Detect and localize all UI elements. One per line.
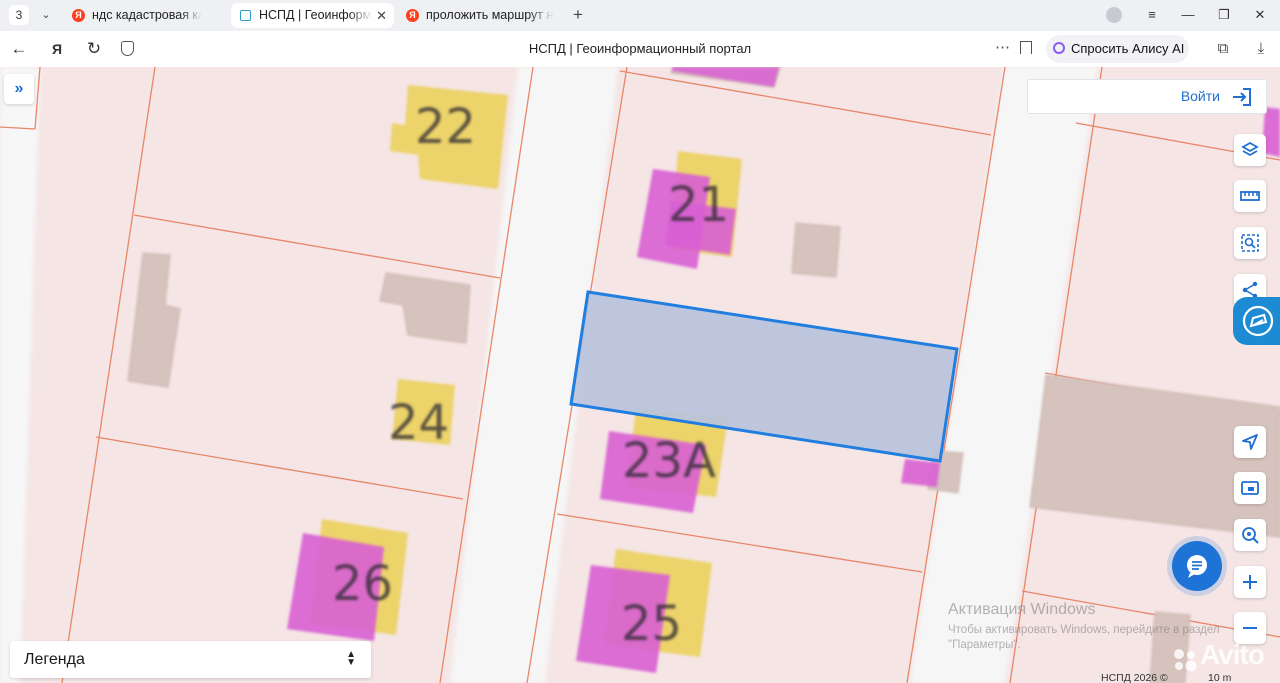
road [0, 67, 40, 683]
activation-title: Активация Windows [948, 601, 1096, 618]
alice-icon [1053, 42, 1065, 54]
legend-panel[interactable]: Легенда ▲ ▼ [10, 641, 371, 678]
locate-arrow-icon [1242, 434, 1258, 450]
house-number: 25 [621, 596, 682, 652]
map-canvas[interactable]: 22 21 24 23А 26 25 » Войти Легенда ▲ ▼ А… [0, 67, 1280, 683]
login-icon [1233, 88, 1251, 106]
house-number: 24 [388, 395, 449, 451]
tab-title: проложить маршрут на а [426, 8, 554, 22]
profile-icon[interactable] [1106, 7, 1122, 23]
close-tab-icon[interactable]: ✕ [376, 3, 387, 28]
menu-icon[interactable]: ≡ [1140, 4, 1164, 26]
select-area-button[interactable] [1234, 227, 1266, 259]
house-number: 21 [668, 177, 729, 233]
tab-nspd[interactable]: НСПД | Геоинформац ✕ [231, 3, 394, 28]
yandex-icon: Я [72, 9, 85, 22]
collections-icon[interactable]: ⧉ [1212, 38, 1234, 60]
tab-title: НСПД | Геоинформац [259, 8, 372, 22]
address-bar: ← Я ↻ НСПД | Геоинформационный портал ⋯ … [0, 31, 1280, 68]
yandex-home-icon[interactable]: Я [46, 38, 68, 60]
select-area-icon [1241, 234, 1259, 252]
copyright-text: НСПД 2026 © [1101, 672, 1168, 683]
layers-icon [1241, 141, 1259, 157]
chat-icon [1187, 555, 1207, 578]
locate-button[interactable] [1234, 426, 1266, 458]
browser-tab-bar: 3 ⌄ Я ндс кадастровая карта НСПД | Геоин… [0, 0, 1280, 31]
ruler-icon [1240, 191, 1260, 201]
tab-route[interactable]: Я проложить маршрут на а [398, 3, 560, 28]
minimize-icon[interactable]: — [1176, 4, 1200, 26]
avito-wordmark: Avito [1200, 639, 1265, 670]
zoom-in-button[interactable] [1234, 566, 1266, 598]
layers-button[interactable] [1234, 134, 1266, 166]
download-icon[interactable]: ⤓ [1250, 38, 1272, 60]
new-tab-plus-icon[interactable]: + [568, 5, 588, 25]
scale-label: 10 m [1208, 672, 1232, 683]
avito-dots-icon [1174, 649, 1197, 672]
print-icon [1241, 481, 1259, 495]
back-arrow-icon[interactable]: ← [8, 38, 30, 60]
plus-icon [1243, 575, 1257, 589]
ask-alice-label: Спросить Алису AI [1071, 41, 1185, 56]
expand-panel-button[interactable]: » [4, 74, 34, 104]
yandex-icon: Я [406, 9, 419, 22]
document-edit-icon [1242, 305, 1274, 337]
reload-icon[interactable]: ↻ [83, 38, 105, 60]
chevron-updown-icon: ▲ ▼ [346, 649, 356, 668]
tab-title: ндс кадастровая карта [92, 8, 202, 22]
restore-icon[interactable]: ❐ [1212, 4, 1236, 26]
close-window-icon[interactable]: ✕ [1248, 4, 1272, 26]
nspd-favicon-icon [240, 10, 251, 21]
house-number: 26 [332, 556, 393, 612]
ask-alice-button[interactable]: Спросить Алису AI [1046, 35, 1189, 63]
search-location-icon [1242, 527, 1259, 544]
login-label: Войти [1180, 88, 1220, 104]
legend-label: Легенда [24, 651, 85, 668]
house-number: 23А [622, 433, 716, 489]
tab-list-chevron-icon[interactable]: ⌄ [36, 5, 56, 25]
print-button[interactable] [1234, 472, 1266, 504]
tab-count-badge[interactable]: 3 [9, 5, 29, 25]
ruler-button[interactable] [1234, 180, 1266, 212]
activation-text: Чтобы активировать Windows, перейдите в … [948, 624, 1220, 636]
address-field[interactable]: НСПД | Геоинформационный портал [400, 31, 880, 67]
search-location-button[interactable] [1234, 519, 1266, 551]
tab-cadastral-map[interactable]: Я ндс кадастровая карта [64, 3, 224, 28]
avito-watermark-logo: Avito [1172, 639, 1265, 672]
chat-button[interactable] [1172, 541, 1222, 591]
more-dots-icon[interactable]: ⋯ [995, 31, 1011, 65]
login-button[interactable]: Войти [1027, 79, 1267, 114]
shield-icon[interactable] [121, 41, 134, 56]
minus-icon [1243, 627, 1257, 629]
map-layer: 22 21 24 23А 26 25 [0, 67, 1280, 683]
house-number: 22 [415, 99, 476, 155]
document-badge-button[interactable] [1233, 297, 1280, 345]
bookmark-icon[interactable] [1020, 41, 1032, 54]
